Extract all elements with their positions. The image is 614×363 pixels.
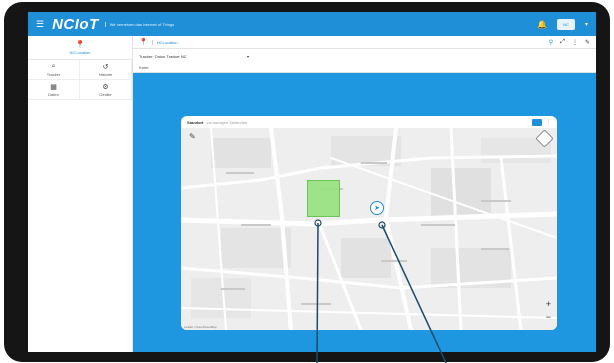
chevron-down-icon: ▾ bbox=[246, 53, 249, 59]
sidebar-header[interactable]: 📍 NCLocation bbox=[28, 36, 132, 60]
tracker-select[interactable]: Tracker: Onion Tracker NC ▾ bbox=[139, 54, 249, 59]
map-card-actions: ⋮ bbox=[532, 118, 551, 126]
map-streets bbox=[181, 128, 557, 330]
zoom-out-button[interactable]: − bbox=[546, 312, 551, 322]
karte-label: Karte bbox=[139, 65, 149, 70]
history-icon: ↺ bbox=[102, 63, 109, 71]
app-logo: NCIoT bbox=[52, 15, 99, 33]
map-attribution: Leaflet | OpenStreetMap bbox=[184, 325, 217, 329]
sidebar-item-geraete[interactable]: ⚙ Geräte bbox=[80, 80, 132, 100]
tracker-marker[interactable]: ➤ bbox=[370, 201, 384, 215]
header-actions: ⚲ ⤢ ⋮ ✎ bbox=[549, 39, 590, 46]
sidebar-item-historie[interactable]: ↺ Historie bbox=[80, 60, 132, 80]
sidebar-item-daten[interactable]: ▦ Daten bbox=[28, 80, 80, 100]
page-title: NCLocation bbox=[151, 39, 178, 45]
search-icon: ⌕ bbox=[51, 62, 56, 70]
zoom-in-button[interactable]: + bbox=[546, 299, 551, 309]
tracker-select-value: Tracker: Onion Tracker NC bbox=[139, 53, 187, 59]
map-card-header: Standort vor wenigen Sekunden ⋮ bbox=[181, 116, 557, 128]
sidebar-item-label: Historie bbox=[98, 71, 113, 77]
app-screen: ☰ NCIoT Wir vernetzen das Internet of Th… bbox=[28, 12, 596, 352]
sidebar-header-label: NCLocation bbox=[69, 50, 91, 55]
tracker-select-row: Tracker: Onion Tracker NC ▾ bbox=[133, 49, 596, 63]
more-vertical-icon[interactable]: ⋮ bbox=[572, 39, 578, 46]
map-card-toggle-button[interactable] bbox=[532, 118, 542, 126]
location-pin-icon: 📍 bbox=[75, 40, 85, 49]
tablet-frame: ☰ NCIoT Wir vernetzen das Internet of Th… bbox=[4, 2, 610, 362]
map-view[interactable]: ✎ ➤ + − Leaflet | OpenStreetMap bbox=[181, 128, 557, 330]
karte-tab[interactable]: Karte bbox=[133, 63, 596, 73]
app-tagline: Wir vernetzen das Internet of Things bbox=[104, 21, 174, 27]
sidebar-item-tracker[interactable]: ⌕ Tracker bbox=[28, 60, 80, 80]
sidebar-item-label: Tracker bbox=[46, 71, 61, 77]
sidebar: 📍 NCLocation ⌕ Tracker ↺ Historie ▦ Date… bbox=[28, 36, 133, 352]
map-card-title: Standort bbox=[187, 119, 204, 125]
bell-icon[interactable]: 🔔 bbox=[537, 20, 547, 29]
content-header: 📍 NCLocation ⚲ ⤢ ⋮ ✎ bbox=[133, 36, 596, 49]
location-pin-icon: 📍 bbox=[139, 39, 148, 46]
more-vertical-icon[interactable]: ⋮ bbox=[546, 119, 551, 125]
edit-icon[interactable]: ✎ bbox=[585, 39, 590, 46]
top-bar-actions: 🔔 NC ▾ bbox=[537, 18, 588, 30]
top-bar: ☰ NCIoT Wir vernetzen das Internet of Th… bbox=[28, 12, 596, 36]
chevron-down-icon[interactable]: ▾ bbox=[585, 21, 588, 28]
fullscreen-icon[interactable]: ⤢ bbox=[560, 39, 565, 46]
geofence-area[interactable] bbox=[307, 180, 340, 217]
devices-icon: ⚙ bbox=[102, 83, 109, 91]
navigation-arrow-icon: ➤ bbox=[374, 205, 380, 212]
map-card: Standort vor wenigen Sekunden ⋮ ✎ ➤ + − … bbox=[181, 116, 557, 330]
zoom-controls: + − bbox=[546, 299, 551, 322]
edit-icon[interactable]: ✎ bbox=[189, 132, 196, 141]
main-content: 📍 NCLocation ⚲ ⤢ ⋮ ✎ Tracker: Onion Trac… bbox=[133, 36, 596, 352]
data-icon: ▦ bbox=[50, 83, 57, 91]
hamburger-icon[interactable]: ☰ bbox=[36, 19, 44, 30]
sidebar-item-label: Geräte bbox=[99, 91, 112, 97]
map-card-subtitle: vor wenigen Sekunden bbox=[206, 119, 248, 125]
user-menu-button[interactable]: NC bbox=[556, 18, 575, 30]
map-pin-icon[interactable]: ⚲ bbox=[549, 39, 553, 46]
sidebar-menu: ⌕ Tracker ↺ Historie ▦ Daten ⚙ Geräte bbox=[28, 60, 132, 100]
sidebar-item-label: Daten bbox=[48, 91, 59, 97]
